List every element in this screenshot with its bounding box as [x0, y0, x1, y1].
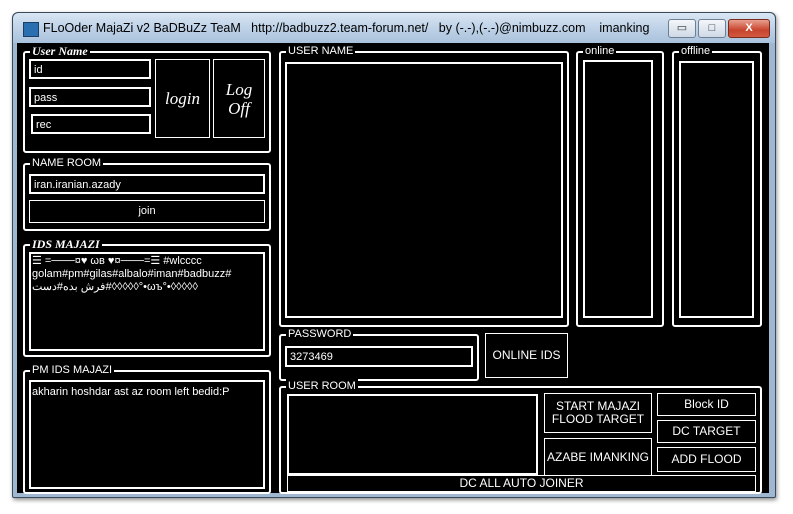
title-bar[interactable]: FLoOder MajaZi v2 BaDBuZz TeaM http://ba…: [13, 13, 775, 43]
offline-group: offline: [672, 44, 762, 327]
password-field[interactable]: 3273469: [285, 346, 473, 367]
close-button[interactable]: X: [728, 19, 770, 38]
join-button[interactable]: join: [29, 200, 265, 223]
id-input[interactable]: id: [29, 59, 151, 79]
add-flood-button-label: ADD FLOOD: [671, 452, 742, 466]
password-input[interactable]: pass: [29, 87, 151, 107]
pm-group-legend: PM IDS MAJAZI: [30, 363, 115, 377]
dc-target-button-label: DC TARGET: [672, 424, 741, 438]
minimize-icon: ▭: [676, 22, 688, 34]
password-group-legend: PASSWORD: [286, 327, 354, 341]
start-flood-button-label: START MAJAZI FLOOD TARGET: [551, 399, 645, 426]
login-button-label: login: [165, 89, 200, 108]
userroom-listbox[interactable]: [287, 394, 538, 475]
online-ids-button[interactable]: ONLINE IDS: [485, 333, 568, 378]
username-listbox[interactable]: [285, 62, 563, 318]
ids-text: ☰ =───¤♥ ωв ♥¤───=☰ #wlcccc golam#pm#gil…: [32, 255, 232, 293]
login-group: User Name id pass rec login Log Off: [23, 44, 271, 153]
dc-all-auto-joiner-button-label: DC ALL AUTO JOINER: [459, 476, 584, 490]
maximize-icon: □: [708, 22, 716, 34]
room-name-input[interactable]: iran.iranian.azady: [29, 174, 265, 194]
userroom-group: USER ROOM START MAJAZI FLOOD TARGET AZAB…: [279, 379, 762, 494]
logoff-button-label: Log Off: [225, 79, 253, 118]
ids-textarea[interactable]: ☰ =───¤♥ ωв ♥¤───=☰ #wlcccc golam#pm#gil…: [29, 252, 265, 351]
start-flood-button[interactable]: START MAJAZI FLOOD TARGET: [544, 393, 652, 433]
add-flood-button[interactable]: ADD FLOOD: [657, 447, 756, 472]
pm-group: PM IDS MAJAZI akharin hoshdar ast az roo…: [23, 363, 271, 494]
ids-group-legend: IDS MAJAZI: [30, 237, 102, 251]
offline-listbox[interactable]: [679, 61, 754, 318]
minimize-button[interactable]: ▭: [668, 19, 696, 38]
app-icon: [23, 22, 39, 37]
azabe-imanking-button[interactable]: AZABE IMANKING: [544, 438, 652, 476]
window-title: FLoOder MajaZi v2 BaDBuZz TeaM http://ba…: [43, 21, 650, 35]
username-group-legend: USER NAME: [286, 44, 356, 58]
pm-text: akharin hoshdar ast az room left bedid:P: [32, 386, 230, 398]
room-group: NAME ROOM iran.iranian.azady join: [23, 156, 271, 231]
pm-textarea[interactable]: akharin hoshdar ast az room left bedid:P: [29, 380, 265, 489]
room-group-legend: NAME ROOM: [30, 156, 104, 170]
client-area: User Name id pass rec login Log Off NAME…: [17, 43, 769, 494]
block-id-button[interactable]: Block ID: [657, 393, 756, 416]
login-group-legend: User Name: [30, 44, 90, 58]
maximize-button[interactable]: □: [698, 19, 726, 38]
ids-group: IDS MAJAZI ☰ =───¤♥ ωв ♥¤───=☰ #wlcccc g…: [23, 237, 271, 357]
app-window: FLoOder MajaZi v2 BaDBuZz TeaM http://ba…: [12, 12, 776, 498]
dc-target-button[interactable]: DC TARGET: [657, 420, 756, 443]
dc-all-auto-joiner-button[interactable]: DC ALL AUTO JOINER: [287, 475, 756, 492]
online-group: online: [576, 44, 664, 327]
join-button-label: join: [138, 205, 156, 217]
azabe-imanking-button-label: AZABE IMANKING: [546, 449, 650, 464]
username-group: USER NAME: [279, 44, 569, 327]
logoff-button[interactable]: Log Off: [213, 59, 265, 138]
block-id-button-label: Block ID: [684, 397, 729, 411]
offline-group-legend: offline: [679, 44, 713, 58]
online-ids-button-label: ONLINE IDS: [492, 348, 561, 362]
userroom-group-legend: USER ROOM: [286, 379, 358, 393]
online-group-legend: online: [583, 44, 617, 58]
password-group: PASSWORD 3273469: [279, 327, 479, 381]
login-button[interactable]: login: [155, 59, 210, 138]
rec-input[interactable]: rec: [31, 114, 151, 134]
close-icon: X: [745, 22, 753, 34]
online-listbox[interactable]: [583, 60, 653, 318]
